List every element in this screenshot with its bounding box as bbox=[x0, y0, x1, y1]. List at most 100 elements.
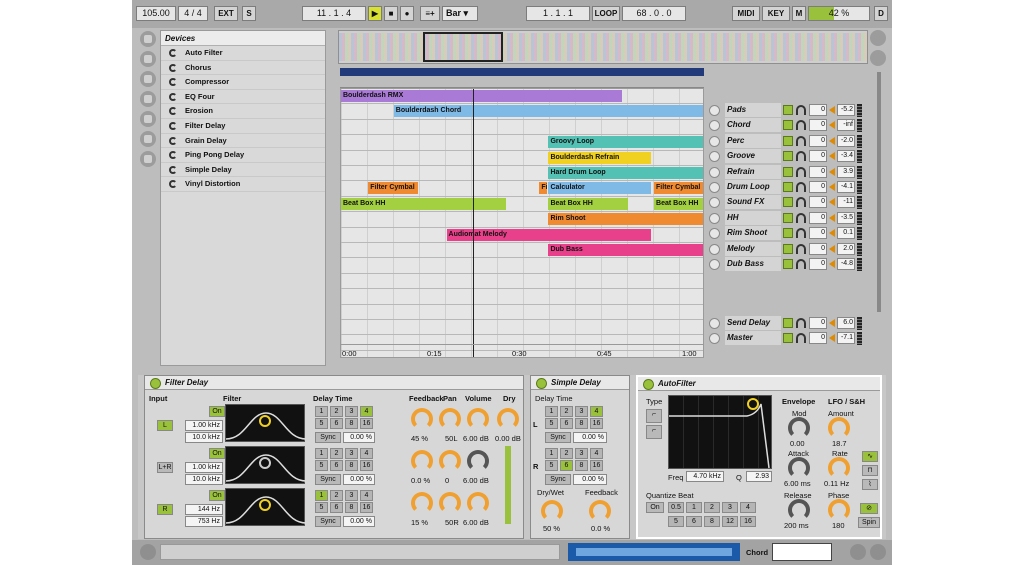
delay-grid-button[interactable]: 6 bbox=[330, 502, 343, 513]
track-send[interactable]: 0 bbox=[809, 150, 827, 163]
delay-grid-button[interactable]: 1 bbox=[315, 490, 328, 501]
activator-button[interactable] bbox=[783, 212, 793, 223]
browser-item[interactable]: Ping Pong Delay bbox=[161, 148, 325, 163]
delay-grid-button[interactable]: 2 bbox=[330, 490, 343, 501]
browser-item[interactable]: Simple Delay bbox=[161, 163, 325, 178]
browser-item[interactable]: Vinyl Distortion bbox=[161, 177, 325, 192]
track-volume[interactable]: 3.9 bbox=[837, 165, 855, 178]
quantize-grid-button[interactable]: 2 bbox=[704, 502, 720, 513]
folder-icon[interactable] bbox=[140, 111, 156, 127]
quantize-grid-button[interactable]: 0.5 bbox=[668, 502, 684, 513]
activator-button[interactable] bbox=[783, 120, 793, 131]
quantize-grid-button[interactable]: 3 bbox=[722, 502, 738, 513]
headphone-icon[interactable] bbox=[796, 228, 806, 239]
feedback-knob[interactable] bbox=[411, 492, 433, 514]
delay-grid-button[interactable]: 8 bbox=[575, 460, 588, 471]
sync-button[interactable]: Sync bbox=[545, 474, 571, 485]
m-button[interactable]: M bbox=[792, 6, 806, 21]
sh-wave-button[interactable]: ⌇ bbox=[862, 479, 878, 490]
delay-grid-button[interactable]: 1 bbox=[315, 406, 328, 417]
grid-icon[interactable] bbox=[870, 50, 886, 66]
delay-grid-button[interactable]: 4 bbox=[590, 406, 603, 417]
quantize-menu-button[interactable]: ≡+ bbox=[420, 6, 440, 21]
key-map-button[interactable]: KEY bbox=[762, 6, 790, 21]
headphone-icon[interactable] bbox=[796, 333, 806, 343]
mod-knob[interactable] bbox=[788, 417, 810, 439]
track-volume[interactable]: -2.0 bbox=[837, 134, 855, 147]
midi-map-button[interactable]: MIDI bbox=[732, 6, 760, 21]
delay-pct-field[interactable]: 0.00 % bbox=[343, 432, 375, 443]
loop-brace[interactable] bbox=[340, 68, 704, 76]
activator-button[interactable] bbox=[783, 151, 793, 162]
filter-handle[interactable] bbox=[259, 415, 271, 427]
activator-button[interactable] bbox=[783, 333, 793, 343]
feedback-knob[interactable] bbox=[589, 500, 611, 522]
quantize-grid-button[interactable]: 1 bbox=[686, 502, 702, 513]
filter-scope[interactable] bbox=[225, 488, 307, 526]
clip[interactable]: Beat Box HH bbox=[548, 197, 628, 210]
track-header[interactable]: Perc 0 -2.0 bbox=[707, 133, 867, 149]
delay-grid-button[interactable]: 3 bbox=[575, 406, 588, 417]
device-browser-icon[interactable] bbox=[140, 31, 156, 47]
delay-grid-button[interactable]: 5 bbox=[545, 418, 558, 429]
speaker-icon[interactable] bbox=[140, 71, 156, 87]
track-send[interactable]: 0 bbox=[809, 211, 827, 224]
track-send[interactable]: 0 bbox=[809, 196, 827, 209]
quantize-on-button[interactable]: On bbox=[646, 502, 664, 513]
dry-knob[interactable] bbox=[497, 408, 519, 430]
device-thumbnail[interactable] bbox=[772, 543, 832, 561]
delay-pct-field[interactable]: 0.00 % bbox=[343, 516, 375, 527]
track-send[interactable]: 0 bbox=[809, 317, 827, 329]
fold-icon[interactable] bbox=[709, 182, 720, 193]
track-send[interactable]: 0 bbox=[809, 165, 827, 178]
browser-item[interactable]: Filter Delay bbox=[161, 119, 325, 134]
channel-button[interactable]: L bbox=[157, 420, 173, 431]
track-header[interactable]: Sound FX 0 -11 bbox=[707, 195, 867, 210]
track-send[interactable]: 0 bbox=[809, 227, 827, 240]
delay-grid-button[interactable]: 3 bbox=[575, 448, 588, 459]
play-button[interactable]: ▶ bbox=[368, 6, 382, 21]
headphone-icon[interactable] bbox=[796, 135, 806, 146]
phase-knob[interactable] bbox=[828, 499, 850, 521]
folder-icon[interactable] bbox=[140, 91, 156, 107]
track-volume[interactable]: -5.2 bbox=[837, 104, 855, 116]
track-send[interactable]: 0 bbox=[809, 332, 827, 344]
delay-grid-button[interactable]: 16 bbox=[360, 502, 373, 513]
activator-button[interactable] bbox=[783, 182, 793, 192]
track-header[interactable]: Melody 0 2.0 bbox=[707, 241, 867, 257]
on-button[interactable]: On bbox=[209, 406, 225, 417]
track-volume[interactable]: -7.1 bbox=[837, 332, 855, 344]
delay-grid-button[interactable]: 6 bbox=[560, 418, 573, 429]
track-volume[interactable]: -4.1 bbox=[837, 181, 855, 193]
loop-start-field[interactable]: 1 . 1 . 1 bbox=[526, 6, 590, 21]
ext-sync-button[interactable]: EXT bbox=[214, 6, 238, 21]
fold-icon[interactable] bbox=[709, 151, 720, 163]
track-send[interactable]: 0 bbox=[809, 104, 827, 116]
delay-grid-button[interactable]: 5 bbox=[315, 502, 328, 513]
filter-scope[interactable] bbox=[225, 404, 307, 442]
track-header[interactable]: Master 0 -7.1 bbox=[707, 331, 867, 346]
feedback-knob[interactable] bbox=[411, 408, 433, 430]
highpass-type-button[interactable]: ⌐ bbox=[646, 425, 662, 439]
sync-button[interactable]: Sync bbox=[315, 516, 341, 527]
track-send[interactable]: 0 bbox=[809, 242, 827, 255]
track-volume[interactable]: -3.4 bbox=[837, 150, 855, 163]
waveform-strip[interactable] bbox=[568, 543, 740, 561]
delay-grid-button[interactable]: 8 bbox=[345, 460, 358, 471]
overview-viewport[interactable] bbox=[423, 32, 503, 62]
track-header[interactable]: Rim Shoot 0 0.1 bbox=[707, 226, 867, 241]
track-header[interactable]: Drum Loop 0 -4.1 bbox=[707, 180, 867, 195]
loop-length-field[interactable]: 68 . 0 . 0 bbox=[622, 6, 686, 21]
arrangement-overview[interactable] bbox=[338, 30, 868, 64]
browser-item[interactable]: EQ Four bbox=[161, 90, 325, 105]
track-header[interactable]: Dub Bass 0 -4.8 bbox=[707, 257, 867, 272]
delay-grid-button[interactable]: 2 bbox=[560, 406, 573, 417]
q-field[interactable]: 2.93 bbox=[746, 471, 772, 482]
track-volume[interactable]: 2.0 bbox=[837, 242, 855, 255]
delay-grid-button[interactable]: 8 bbox=[345, 418, 358, 429]
low-freq-field[interactable]: 144 Hz bbox=[185, 504, 223, 515]
collapse-down-icon[interactable] bbox=[870, 544, 886, 560]
activator-button[interactable] bbox=[783, 135, 793, 146]
fold-icon[interactable] bbox=[709, 318, 720, 329]
filter-handle[interactable] bbox=[259, 499, 271, 511]
